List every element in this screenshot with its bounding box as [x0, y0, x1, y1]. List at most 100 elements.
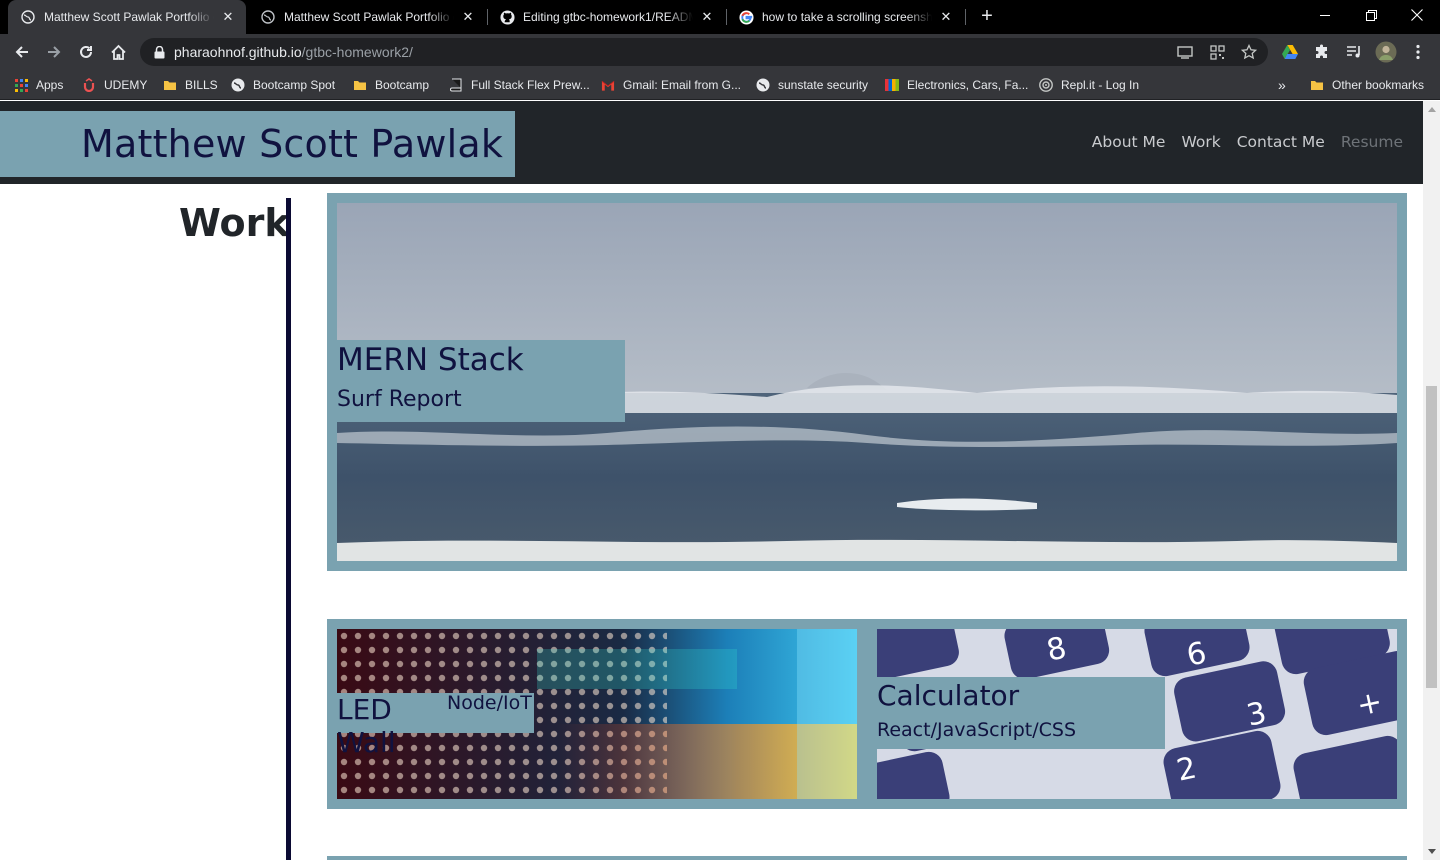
book-icon — [449, 78, 463, 92]
bookmark-label: Other bookmarks — [1332, 78, 1425, 92]
close-window-button[interactable] — [1394, 0, 1440, 30]
nav-about-me[interactable]: About Me — [1092, 133, 1166, 151]
playlist-icon — [1347, 46, 1360, 58]
back-button[interactable] — [8, 38, 36, 66]
nav-work[interactable]: Work — [1181, 133, 1220, 151]
more-bookmarks-chevron[interactable]: » — [1278, 76, 1286, 94]
forward-button[interactable] — [40, 38, 68, 66]
site-header: Matthew Scott Pawlak About Me Work Conta… — [0, 101, 1423, 184]
ebay-icon — [885, 78, 899, 92]
brand-banner: Matthew Scott Pawlak — [0, 111, 515, 177]
close-tab-icon[interactable]: ✕ — [938, 9, 954, 25]
reload-button[interactable] — [72, 38, 100, 66]
browser-tab-3[interactable]: Editing gtbc-homework1/READM ✕ — [487, 0, 725, 34]
nav-contact-me[interactable]: Contact Me — [1237, 133, 1325, 151]
browser-tab-2[interactable]: Matthew Scott Pawlak Portfolio o ✕ — [248, 0, 486, 34]
bookmark-label: Electronics, Cars, Fa... — [907, 78, 1029, 92]
home-icon — [110, 44, 126, 60]
bookmark-star-icon[interactable] — [1240, 44, 1258, 60]
google-drive-extension[interactable] — [1276, 38, 1304, 66]
restore-icon — [1365, 9, 1377, 21]
scrollbar-thumb[interactable] — [1426, 386, 1437, 688]
close-icon — [1411, 9, 1423, 21]
folder-icon — [163, 78, 177, 92]
browser-toolbar: pharaohnof.github.io/gtbc-homework2/ — [0, 34, 1440, 70]
bookmark-udemy[interactable]: UDEMY — [82, 76, 147, 94]
new-tab-button[interactable]: + — [976, 5, 998, 27]
url-text: pharaohnof.github.io/gtbc-homework2/ — [174, 44, 413, 60]
project-title: Calculator — [877, 679, 1020, 712]
project-subtitle: Surf Report — [337, 387, 462, 412]
folder-icon — [1310, 78, 1324, 92]
minimize-window-button[interactable] — [1302, 0, 1348, 30]
project-card-calculator[interactable]: 8 6 3 2 + Calculator React/JavaScript/CS… — [877, 629, 1397, 799]
project-subtitle: Node/IoT — [447, 692, 532, 714]
bookmark-label: Gmail: Email from G... — [623, 78, 742, 92]
tab-separator — [965, 9, 966, 25]
project-card-led-wall[interactable]: LED Wall Node/IoT — [337, 629, 857, 799]
project-title: LED Wall — [337, 693, 396, 759]
bookmark-bills[interactable]: BILLS — [163, 76, 218, 94]
project-card-mern[interactable]: MERN Stack Surf Report — [327, 193, 1407, 571]
project-row: LED Wall Node/IoT 8 6 3 2 + Calculator R… — [327, 619, 1407, 809]
kebab-menu-icon — [1416, 44, 1420, 60]
bookmark-sunstate[interactable]: sunstate security — [756, 76, 868, 94]
bookmarks-bar: Apps UDEMY BILLS Bootcamp Spot Bootcamp … — [0, 70, 1440, 100]
arrow-right-icon — [48, 46, 61, 58]
project-subtitle: React/JavaScript/CSS — [877, 719, 1077, 741]
github-icon — [499, 9, 515, 25]
address-bar[interactable]: pharaohnof.github.io/gtbc-homework2/ — [140, 38, 1268, 66]
minimize-icon — [1319, 14, 1330, 16]
bookmark-replit[interactable]: Repl.it - Log In — [1039, 76, 1139, 94]
bookmark-bootcamp[interactable]: Bootcamp — [353, 76, 429, 94]
bookmark-label: Apps — [36, 78, 64, 92]
scroll-up-arrow-icon[interactable] — [1423, 101, 1440, 118]
bookmark-bootcamp-spot[interactable]: Bootcamp Spot — [231, 76, 335, 94]
project-label-calculator: Calculator React/JavaScript/CSS — [877, 677, 1165, 749]
browser-tab-1[interactable]: Matthew Scott Pawlak Portfolio o ✕ — [8, 0, 246, 34]
close-tab-icon[interactable]: ✕ — [460, 9, 476, 25]
nav-resume[interactable]: Resume — [1341, 133, 1403, 151]
profile-avatar[interactable] — [1372, 38, 1400, 66]
google-icon — [738, 9, 754, 25]
lock-icon[interactable] — [152, 45, 166, 59]
home-button[interactable] — [104, 38, 132, 66]
close-tab-icon[interactable]: ✕ — [220, 9, 236, 25]
site-brand: Matthew Scott Pawlak — [81, 122, 504, 166]
restore-window-button[interactable] — [1348, 0, 1394, 30]
bookmark-other-bookmarks[interactable]: Other bookmarks — [1310, 76, 1424, 94]
browser-tab-4[interactable]: how to take a scrolling screensho ✕ — [726, 0, 964, 34]
tab-title: Editing gtbc-homework1/READM — [523, 10, 693, 24]
url-host: pharaohnof.github.io — [174, 44, 302, 60]
bookmark-label: Bootcamp Spot — [253, 78, 336, 92]
bookmark-label: BILLS — [185, 78, 218, 92]
tab-title: Matthew Scott Pawlak Portfolio o — [44, 10, 214, 24]
bookmark-full-stack[interactable]: Full Stack Flex Prew... — [449, 76, 590, 94]
udemy-icon — [82, 78, 96, 92]
bookmark-ebay[interactable]: Electronics, Cars, Fa... — [885, 76, 1028, 94]
globe-icon — [260, 9, 276, 25]
avatar-icon — [1375, 41, 1397, 63]
puzzle-icon — [1316, 44, 1327, 58]
tab-title: Matthew Scott Pawlak Portfolio o — [284, 10, 454, 24]
bookmark-label: Full Stack Flex Prew... — [471, 78, 590, 92]
tab-strip: Matthew Scott Pawlak Portfolio o ✕ Matth… — [0, 0, 1440, 34]
cast-icon[interactable] — [1176, 44, 1194, 60]
media-controls-button[interactable] — [1340, 38, 1368, 66]
scroll-down-arrow-icon[interactable] — [1423, 843, 1440, 860]
globe-icon — [231, 78, 245, 92]
close-tab-icon[interactable]: ✕ — [699, 9, 715, 25]
browser-menu-button[interactable] — [1404, 38, 1432, 66]
globe-icon — [756, 78, 770, 92]
page-scrollbar[interactable] — [1423, 101, 1440, 860]
bookmark-label: Bootcamp — [375, 78, 430, 92]
bookmark-label: sunstate security — [778, 78, 869, 92]
project-card-next[interactable] — [327, 856, 1407, 860]
section-divider — [286, 198, 291, 860]
project-label-mern: MERN Stack Surf Report — [337, 340, 625, 422]
bookmark-gmail[interactable]: Gmail: Email from G... — [601, 76, 741, 94]
reload-icon — [80, 45, 92, 58]
extensions-button[interactable] — [1308, 38, 1336, 66]
qr-code-icon[interactable] — [1208, 44, 1226, 60]
bookmark-apps[interactable]: Apps — [14, 76, 63, 94]
